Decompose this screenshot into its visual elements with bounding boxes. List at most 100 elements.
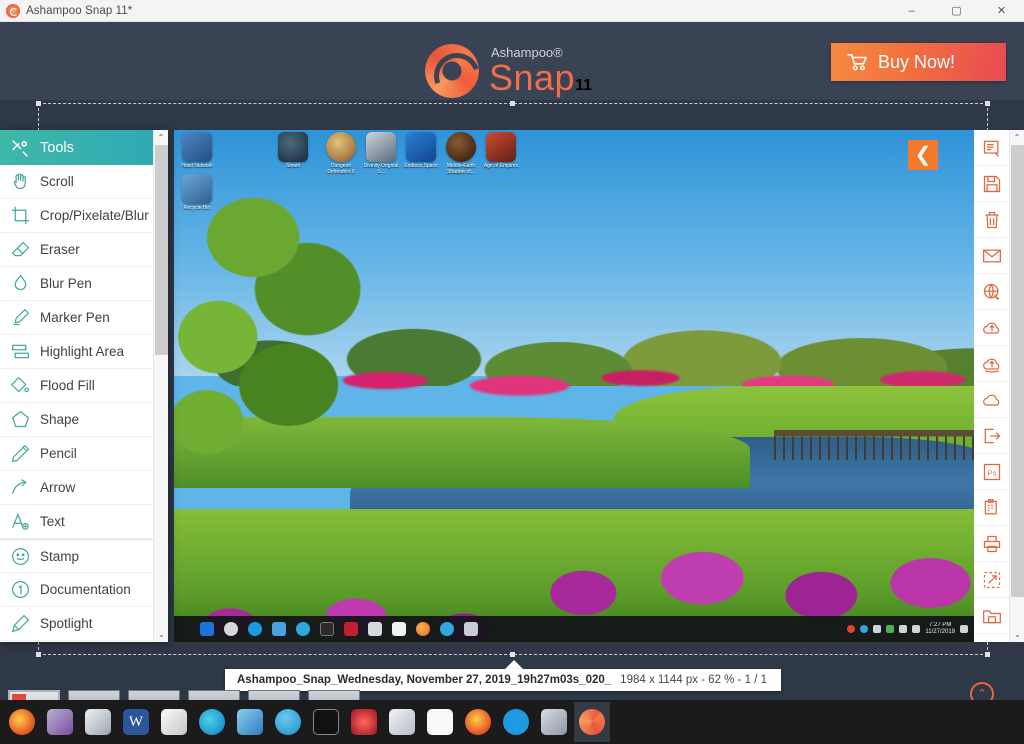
resize-handle-bottom-center[interactable] — [510, 652, 515, 657]
taskbar-item-camera[interactable] — [384, 702, 420, 742]
tool-item-spotlight[interactable]: Spotlight — [0, 607, 168, 641]
taskbar-item-telegram[interactable] — [270, 702, 306, 742]
tool-item-highlight-area[interactable]: Highlight Area — [0, 335, 168, 369]
taskbar-item-edge[interactable] — [194, 702, 230, 742]
minimize-button[interactable]: – — [889, 0, 934, 22]
tool-item-stamp[interactable]: Stamp — [0, 539, 168, 573]
save-folder-button[interactable] — [974, 598, 1009, 634]
desktop-icon-dungeon-defenders[interactable]: Dungeon Defenders II — [320, 132, 362, 176]
battery-icon[interactable] — [899, 625, 908, 633]
tool-item-documentation[interactable]: Documentation — [0, 573, 168, 607]
tool-item-marker-pen[interactable]: Marker Pen — [0, 301, 168, 335]
tool-item-scroll[interactable]: Scroll — [0, 165, 168, 199]
resize-handle-top-left[interactable] — [36, 101, 41, 106]
taskbar-item-ashampoo-snap[interactable] — [574, 702, 610, 742]
start-icon[interactable] — [200, 622, 214, 636]
action-center-icon[interactable] — [960, 625, 968, 633]
app-header: Ashampoo® Snap11 Buy Now! — [0, 22, 1024, 100]
desktop-icon-label: Recycle Bin — [183, 205, 211, 211]
tools-panel-header[interactable]: Tools — [0, 130, 168, 165]
buy-now-button[interactable]: Buy Now! — [831, 43, 1006, 81]
email-button[interactable] — [974, 238, 1009, 274]
desktop-icon-label: Divinity Original S... — [363, 163, 399, 175]
notes-icon[interactable] — [464, 622, 478, 636]
photoshop-button[interactable]: Ps — [974, 454, 1009, 490]
resize-handle-top-right[interactable] — [985, 101, 990, 106]
tools-scrollbar[interactable]: ⌃ ⌄ — [153, 130, 168, 642]
taskbar-item-ashampoo-tool[interactable] — [156, 702, 192, 742]
cloud-button[interactable] — [974, 382, 1009, 418]
cortana-icon[interactable] — [224, 622, 238, 636]
edge-icon[interactable] — [248, 622, 262, 636]
tray-icon[interactable] — [886, 625, 895, 633]
tool-item-shape[interactable]: Shape — [0, 403, 168, 437]
tray-clock[interactable]: 7:27 PM 11/27/2019 — [925, 622, 955, 637]
desktop-icon-divinity[interactable]: Divinity Original S... — [360, 132, 402, 176]
resize-handle-top-center[interactable] — [510, 101, 515, 106]
numbered-circle-icon — [0, 579, 40, 600]
desktop-side-icon[interactable]: Recycle Bin — [176, 174, 218, 212]
tray-icon[interactable] — [860, 625, 869, 633]
taskbar-item-paint3d[interactable] — [80, 702, 116, 742]
clipboard-button[interactable] — [974, 490, 1009, 526]
web-upload-button[interactable] — [974, 274, 1009, 310]
document-button[interactable] — [974, 634, 1009, 642]
resize-handle-bottom-left[interactable] — [36, 652, 41, 657]
taskbar-item-firefox[interactable] — [4, 702, 40, 742]
tray-icon[interactable] — [847, 625, 856, 633]
panel-collapse-button[interactable]: ❮ — [908, 140, 938, 170]
desktop-icon-shadow-of-mordor[interactable]: Middle-Earth Shadow of... — [440, 132, 482, 176]
tool-item-crop[interactable]: Crop/Pixelate/Blur — [0, 199, 168, 233]
scroll-up-arrow[interactable]: ⌃ — [1010, 130, 1024, 145]
tool-item-blur-pen[interactable]: Blur Pen — [0, 267, 168, 301]
maple-icon[interactable] — [344, 622, 358, 636]
save-button[interactable] — [974, 166, 1009, 202]
print-button[interactable] — [974, 526, 1009, 562]
taskbar-item-terminal[interactable] — [308, 702, 344, 742]
tray-icon[interactable] — [873, 625, 882, 633]
taskbar-item-lock[interactable] — [498, 702, 534, 742]
camera-icon[interactable] — [368, 622, 382, 636]
maximize-button[interactable]: ▢ — [934, 0, 979, 22]
firefox-icon[interactable] — [416, 622, 430, 636]
actions-scrollbar[interactable]: ⌃ ⌄ — [1009, 130, 1024, 642]
skype-icon[interactable] — [440, 622, 454, 636]
desktop-icon-age-of-empires[interactable]: Age of Empires — [480, 132, 522, 170]
scroll-down-arrow[interactable]: ⌄ — [154, 627, 168, 642]
tool-item-eraser[interactable]: Eraser — [0, 233, 168, 267]
telegram-icon[interactable] — [296, 622, 310, 636]
taskbar-item-maple[interactable] — [346, 702, 382, 742]
scrollbar-thumb[interactable] — [1011, 145, 1024, 597]
desktop-icon-steam[interactable]: Steam — [272, 132, 314, 170]
taskbar-item-mail[interactable] — [422, 702, 458, 742]
tool-item-arrow[interactable]: Arrow — [0, 471, 168, 505]
resize-handle-bottom-right[interactable] — [985, 652, 990, 657]
export-button[interactable] — [974, 418, 1009, 454]
scrollbar-thumb[interactable] — [155, 145, 168, 355]
cloud-upload-button[interactable] — [974, 310, 1009, 346]
captured-taskbar: 7:27 PM 11/27/2019 — [174, 616, 974, 642]
taskbar-item-word[interactable]: W — [118, 702, 154, 742]
explorer-icon[interactable] — [272, 622, 286, 636]
share-expand-button[interactable] — [974, 562, 1009, 598]
screenshot-canvas[interactable]: Hotel Network Recycle Bin Steam Dungeon … — [174, 130, 974, 642]
scroll-down-arrow[interactable]: ⌄ — [1010, 627, 1024, 642]
desktop-icon-endless-space[interactable]: Endless Space — [400, 132, 442, 170]
cloud-sync-button[interactable] — [974, 346, 1009, 382]
tool-item-pencil[interactable]: Pencil — [0, 437, 168, 471]
tool-item-flood-fill[interactable]: Flood Fill — [0, 369, 168, 403]
desktop-side-icon[interactable]: Hotel Network — [176, 132, 218, 170]
terminal-icon[interactable] — [320, 622, 334, 636]
spotlight-icon — [0, 613, 40, 634]
notes-edit-button[interactable] — [974, 130, 1009, 166]
taskbar-item-onenote[interactable] — [42, 702, 78, 742]
taskbar-item-map[interactable] — [536, 702, 572, 742]
scroll-up-arrow[interactable]: ⌃ — [154, 130, 168, 145]
delete-button[interactable] — [974, 202, 1009, 238]
tool-item-text[interactable]: Text — [0, 505, 168, 539]
taskbar-item-chrome[interactable] — [460, 702, 496, 742]
mail-icon[interactable] — [392, 622, 406, 636]
taskbar-item-explorer[interactable] — [232, 702, 268, 742]
network-icon[interactable] — [912, 625, 921, 633]
close-button[interactable]: ✕ — [979, 0, 1024, 22]
